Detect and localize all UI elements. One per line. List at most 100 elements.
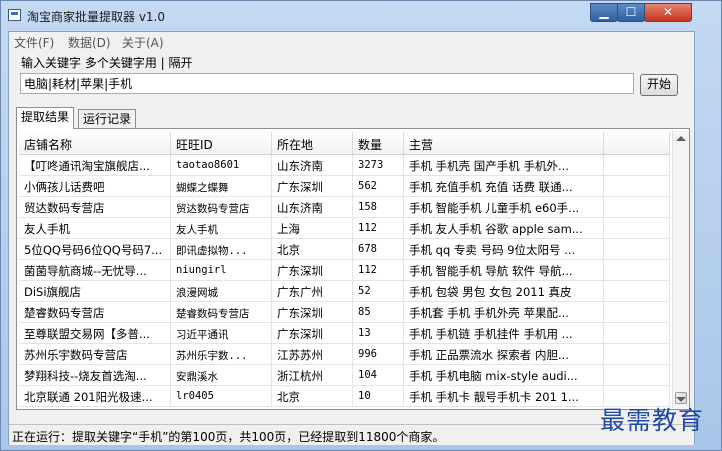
- cell-extra: [604, 176, 670, 196]
- cell-count: 85: [353, 302, 404, 322]
- table-row[interactable]: 至尊联盟交易网【多普... 习近平通讯 广东深圳 13 手机 手机链 手机挂件 手机用 …: [19, 323, 670, 344]
- cell-shop-name: 友人手机: [19, 218, 171, 238]
- cell-shop-name: 北京联通 201阳光极速...: [19, 386, 171, 406]
- table-row[interactable]: 苏州乐宇数码专营店 苏州乐宇数... 江苏苏州 996 手机 正品票流水 探索者 内胆.…: [19, 344, 670, 365]
- cell-shop-name: 【叮咚通讯淘宝旗舰店...: [19, 155, 171, 175]
- keyword-prompt-label: 输入关键字 多个关键字用 | 隔开: [21, 56, 193, 70]
- cell-location: 浙江杭州: [272, 365, 353, 385]
- cell-extra: [604, 260, 670, 280]
- results-table: 店铺名称 旺旺ID 所在地 数量 主营 【叮咚通讯淘宝旗舰店... taotao8…: [19, 132, 670, 407]
- cell-wangwang-id: 友人手机: [171, 218, 272, 238]
- vertical-scrollbar[interactable]: [672, 130, 689, 408]
- keyword-input[interactable]: [20, 73, 634, 94]
- cell-extra: [604, 365, 670, 385]
- cell-main-business: 手机 手机卡 靓号手机卡 201 1...: [404, 386, 604, 406]
- column-header-extra[interactable]: [604, 132, 670, 154]
- table-row[interactable]: 北京联通 201阳光极速... lr0405 北京 10 手机 手机卡 靓号手机卡 20…: [19, 386, 670, 407]
- cell-location: 广东广州: [272, 281, 353, 301]
- status-bar: 正在运行：提取关键字“手机”的第100页，共100页，已经提取到11800个商家…: [9, 424, 694, 445]
- cell-wangwang-id: 贸达数码专营店: [171, 197, 272, 217]
- watermark-logo: 最需教育: [600, 406, 705, 435]
- cell-main-business: 手机 智能手机 导航 软件 导航...: [404, 260, 604, 280]
- cell-count: 112: [353, 218, 404, 238]
- table-row[interactable]: 小俩孩儿话费吧 蝴蝶之蝶舞 广东深圳 562 手机 充值手机 充值 话费 联通...: [19, 176, 670, 197]
- cell-location: 广东深圳: [272, 260, 353, 280]
- cell-shop-name: 楚睿数码专营店: [19, 302, 171, 322]
- cell-shop-name: DiSi旗舰店: [19, 281, 171, 301]
- cell-count: 13: [353, 323, 404, 343]
- cell-shop-name: 贸达数码专营店: [19, 197, 171, 217]
- cell-shop-name: 小俩孩儿话费吧: [19, 176, 171, 196]
- table-row[interactable]: 贸达数码专营店 贸达数码专营店 山东济南 158 手机 智能手机 儿童手机 e60手..…: [19, 197, 670, 218]
- column-header-location[interactable]: 所在地: [272, 132, 353, 154]
- column-header-count[interactable]: 数量: [353, 132, 404, 154]
- table-row[interactable]: DiSi旗舰店 浪漫网城 广东广州 52 手机 包袋 男包 女包 2011 真皮: [19, 281, 670, 302]
- cell-wangwang-id: 浪漫网城: [171, 281, 272, 301]
- column-header-main-business[interactable]: 主营: [404, 132, 604, 154]
- close-button[interactable]: ✕: [644, 3, 692, 22]
- table-row[interactable]: 梦翔科技--烧友首选淘... 安鼎溪水 浙江杭州 104 手机 手机电脑 mix-sty…: [19, 365, 670, 386]
- scroll-up-icon[interactable]: [676, 136, 686, 141]
- cell-location: 江苏苏州: [272, 344, 353, 364]
- cell-shop-name: 梦翔科技--烧友首选淘...: [19, 365, 171, 385]
- column-header-shop-name[interactable]: 店铺名称: [19, 132, 171, 154]
- cell-extra: [604, 302, 670, 322]
- cell-main-business: 手机 正品票流水 探索者 内胆...: [404, 344, 604, 364]
- cell-count: 112: [353, 260, 404, 280]
- cell-location: 山东济南: [272, 197, 353, 217]
- cell-wangwang-id: 楚睿数码专营店: [171, 302, 272, 322]
- minimize-icon: ▁: [599, 5, 609, 19]
- cell-location: 广东深圳: [272, 302, 353, 322]
- cell-count: 158: [353, 197, 404, 217]
- cell-wangwang-id: 安鼎溪水: [171, 365, 272, 385]
- menu-bar: 文件(F) 数据(D) 关于(A): [9, 32, 694, 51]
- cell-location: 上海: [272, 218, 353, 238]
- cell-extra: [604, 239, 670, 259]
- cell-wangwang-id: taotao8601: [171, 155, 272, 175]
- table-row[interactable]: 友人手机 友人手机 上海 112 手机 友人手机 谷歌 apple sam...: [19, 218, 670, 239]
- status-text: 正在运行：提取关键字“手机”的第100页，共100页，已经提取到11800个商家…: [12, 430, 445, 444]
- menu-about[interactable]: 关于(A): [122, 34, 164, 51]
- cell-count: 52: [353, 281, 404, 301]
- cell-main-business: 手机 qq 专卖 号码 9位太阳号 ...: [404, 239, 604, 259]
- cell-location: 山东济南: [272, 155, 353, 175]
- maximize-icon: ☐: [625, 5, 637, 19]
- cell-shop-name: 5位QQ号码6位QQ号码7...: [19, 239, 171, 259]
- cell-wangwang-id: 习近平通讯: [171, 323, 272, 343]
- cell-count: 10: [353, 386, 404, 406]
- cell-wangwang-id: lr0405: [171, 386, 272, 406]
- cell-main-business: 手机套 手机 手机外壳 苹果配...: [404, 302, 604, 322]
- results-panel: 店铺名称 旺旺ID 所在地 数量 主营 【叮咚通讯淘宝旗舰店... taotao8…: [16, 128, 690, 410]
- cell-wangwang-id: niungirl: [171, 260, 272, 280]
- menu-file[interactable]: 文件(F): [14, 34, 54, 51]
- cell-location: 北京: [272, 239, 353, 259]
- column-header-wangwang-id[interactable]: 旺旺ID: [171, 132, 272, 154]
- table-row[interactable]: 【叮咚通讯淘宝旗舰店... taotao8601 山东济南 3273 手机 手机壳 国产…: [19, 155, 670, 176]
- cell-wangwang-id: 苏州乐宇数...: [171, 344, 272, 364]
- cell-count: 3273: [353, 155, 404, 175]
- maximize-button[interactable]: ☐: [617, 3, 645, 22]
- start-button[interactable]: 开始: [640, 74, 678, 96]
- app-window: 淘宝商家批量提取器 v1.0 ▁ ☐ ✕ 文件(F) 数据(D) 关于(A) 输…: [0, 0, 722, 451]
- tab-results[interactable]: 提取结果: [16, 107, 75, 129]
- table-row[interactable]: 5位QQ号码6位QQ号码7... 即讯虚拟物... 北京 678 手机 qq 专卖 号码…: [19, 239, 670, 260]
- tab-run-log[interactable]: 运行记录: [78, 109, 137, 129]
- cell-extra: [604, 155, 670, 175]
- table-row[interactable]: 楚睿数码专营店 楚睿数码专营店 广东深圳 85 手机套 手机 手机外壳 苹果配...: [19, 302, 670, 323]
- cell-extra: [604, 344, 670, 364]
- menu-data[interactable]: 数据(D): [68, 34, 111, 51]
- app-icon: [8, 9, 21, 21]
- cell-count: 562: [353, 176, 404, 196]
- cell-extra: [604, 218, 670, 238]
- cell-main-business: 手机 手机壳 国产手机 手机外...: [404, 155, 604, 175]
- cell-main-business: 手机 手机链 手机挂件 手机用 ...: [404, 323, 604, 343]
- cell-extra: [604, 323, 670, 343]
- table-row[interactable]: 菌菌导航商城--无忧导... niungirl 广东深圳 112 手机 智能手机 导航 …: [19, 260, 670, 281]
- minimize-button[interactable]: ▁: [590, 3, 618, 22]
- client-area: 文件(F) 数据(D) 关于(A) 输入关键字 多个关键字用 | 隔开 开始 提…: [8, 31, 695, 445]
- cell-count: 996: [353, 344, 404, 364]
- close-icon: ✕: [662, 5, 674, 19]
- cell-extra: [604, 281, 670, 301]
- cell-main-business: 手机 充值手机 充值 话费 联通...: [404, 176, 604, 196]
- title-bar[interactable]: 淘宝商家批量提取器 v1.0 ▁ ☐ ✕: [1, 1, 721, 31]
